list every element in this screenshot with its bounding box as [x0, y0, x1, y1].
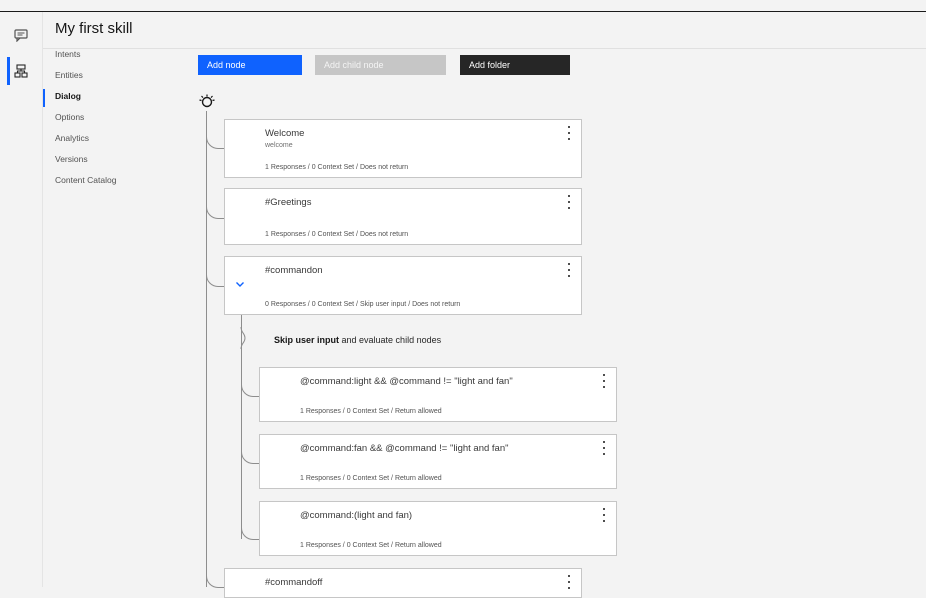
tree-connector: [241, 367, 260, 397]
skill-nav: Intents Entities Dialog Options Analytic…: [43, 49, 175, 587]
tree-connector: [206, 189, 225, 219]
dialog-node[interactable]: #Greetings 1 Responses / 0 Context Set /…: [224, 188, 582, 245]
dialog-node[interactable]: Welcome welcome 1 Responses / 0 Context …: [224, 119, 582, 178]
node-title: @command:light && @command != "light and…: [300, 376, 513, 387]
node-status: 1 Responses / 0 Context Set / Return all…: [300, 408, 442, 415]
nav-item-content-catalog[interactable]: Content Catalog: [55, 175, 116, 185]
chevron-down-icon[interactable]: [233, 277, 247, 291]
assistants-icon[interactable]: [12, 26, 30, 44]
tree-connector: [206, 569, 225, 588]
rail-active-indicator: [7, 57, 10, 85]
tree-connector: [241, 434, 260, 464]
dialog-node[interactable]: #commandoff: [224, 568, 582, 598]
brace-connector: [240, 327, 246, 349]
node-status: 0 Responses / 0 Context Set / Skip user …: [265, 301, 461, 308]
tree-line: [206, 111, 207, 587]
skip-note-text: and evaluate child nodes: [339, 335, 442, 345]
nav-item-intents[interactable]: Intents: [55, 49, 81, 59]
icon-rail: [0, 12, 43, 587]
page-header: My first skill: [43, 12, 926, 49]
node-title: #commandoff: [265, 577, 323, 588]
tree-connector: [206, 257, 225, 287]
overflow-menu-icon[interactable]: [567, 263, 571, 277]
nav-item-versions[interactable]: Versions: [55, 154, 88, 164]
nav-item-analytics[interactable]: Analytics: [55, 133, 89, 143]
nav-item-options[interactable]: Options: [55, 112, 84, 122]
node-status: 1 Responses / 0 Context Set / Return all…: [300, 542, 442, 549]
node-status: 1 Responses / 0 Context Set / Return all…: [300, 475, 442, 482]
dialog-canvas: Add node Add child node Add folder Welco…: [176, 49, 926, 598]
overflow-menu-icon[interactable]: [602, 374, 606, 388]
node-title: Welcome: [265, 128, 305, 139]
child-node[interactable]: @command:light && @command != "light and…: [259, 367, 617, 422]
overflow-menu-icon[interactable]: [602, 508, 606, 522]
tree-connector: [206, 119, 225, 149]
node-title: @command:(light and fan): [300, 510, 413, 521]
child-node[interactable]: @command:fan && @command != "light and f…: [259, 434, 617, 489]
dialog-node[interactable]: #commandon 0 Responses / 0 Context Set /…: [224, 256, 582, 315]
page-title: My first skill: [55, 20, 133, 37]
skip-user-input-note: Skip user input and evaluate child nodes: [274, 335, 441, 345]
child-node[interactable]: @command:(light and fan) 1 Responses / 0…: [259, 501, 617, 556]
skills-icon[interactable]: [12, 62, 30, 80]
nav-active-indicator: [43, 89, 45, 107]
node-condition: welcome: [265, 142, 293, 149]
overflow-menu-icon[interactable]: [567, 195, 571, 209]
nav-item-entities[interactable]: Entities: [55, 70, 83, 80]
skip-note-bold: Skip user input: [274, 335, 340, 345]
node-title: #Greetings: [265, 197, 312, 208]
nav-item-dialog[interactable]: Dialog: [55, 91, 81, 101]
dialog-root-icon: [199, 94, 215, 108]
node-title: #commandon: [265, 265, 323, 276]
node-status: 1 Responses / 0 Context Set / Does not r…: [265, 231, 409, 238]
tree-connector: [241, 501, 260, 540]
add-child-node-button[interactable]: Add child node: [315, 55, 446, 75]
add-folder-button[interactable]: Add folder: [460, 55, 570, 75]
node-title: @command:fan && @command != "light and f…: [300, 443, 509, 454]
overflow-menu-icon[interactable]: [567, 126, 571, 140]
add-node-button[interactable]: Add node: [198, 55, 302, 75]
node-status: 1 Responses / 0 Context Set / Does not r…: [265, 164, 409, 171]
overflow-menu-icon[interactable]: [602, 441, 606, 455]
